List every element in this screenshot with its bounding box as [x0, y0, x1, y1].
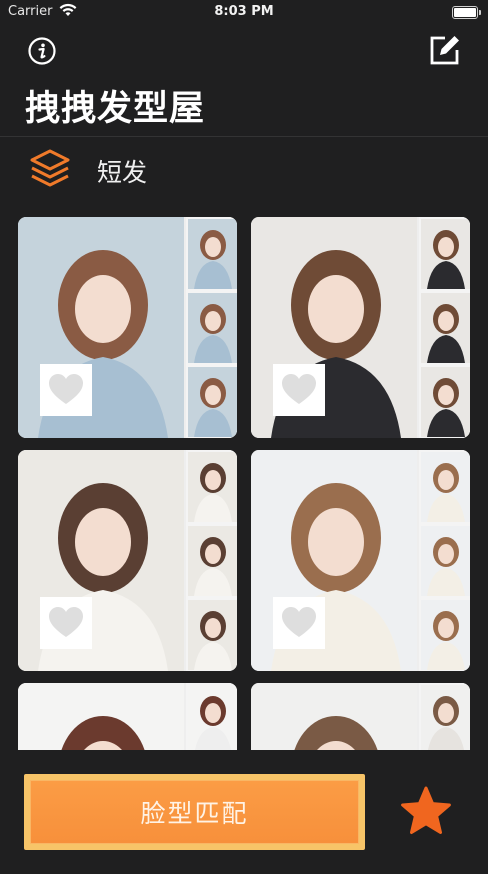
face-match-label: 脸型匹配 — [30, 780, 359, 844]
clock: 8:03 PM — [214, 4, 274, 19]
thumbnail — [421, 685, 470, 750]
thumbnail — [421, 526, 470, 596]
thumbnail — [421, 367, 470, 437]
heart-icon — [282, 607, 316, 637]
heart-icon — [49, 374, 83, 404]
edit-button[interactable] — [428, 33, 462, 67]
heart-icon — [49, 607, 83, 637]
thumbnail — [421, 293, 470, 363]
thumbnail — [421, 600, 470, 670]
favorite-button[interactable] — [40, 364, 92, 416]
page-title: 拽拽发型屋 — [25, 89, 206, 129]
thumbnail — [421, 452, 470, 522]
edit-icon — [430, 36, 459, 65]
info-button[interactable] — [28, 37, 56, 65]
face-match-button[interactable]: 脸型匹配 — [24, 774, 365, 850]
hairstyle-grid[interactable] — [18, 217, 470, 750]
star-icon — [401, 786, 451, 834]
header-divider — [0, 136, 488, 137]
thumbnail — [188, 452, 237, 522]
category-selector[interactable]: 短发 — [0, 140, 488, 196]
hairstyle-card[interactable] — [18, 683, 237, 750]
thumbnail — [188, 685, 237, 750]
heart-icon — [282, 374, 316, 404]
hairstyle-card[interactable] — [251, 217, 470, 438]
hairstyle-card[interactable] — [18, 450, 237, 671]
favorites-button[interactable] — [399, 785, 453, 839]
status-bar: Carrier 8:03 PM — [0, 0, 488, 24]
favorite-button[interactable] — [273, 364, 325, 416]
info-icon — [28, 37, 56, 65]
thumbnail — [188, 219, 237, 289]
battery-icon — [452, 6, 481, 19]
thumbnail — [188, 600, 237, 670]
hairstyle-card[interactable] — [251, 450, 470, 671]
layers-icon — [30, 149, 70, 187]
hairstyle-card[interactable] — [251, 683, 470, 750]
hairstyle-card[interactable] — [18, 217, 237, 438]
favorite-button[interactable] — [40, 597, 92, 649]
favorite-button[interactable] — [273, 597, 325, 649]
thumbnail — [421, 219, 470, 289]
thumbnail — [188, 367, 237, 437]
thumbnail — [188, 526, 237, 596]
category-label: 短发 — [97, 158, 148, 187]
thumbnail — [188, 293, 237, 363]
